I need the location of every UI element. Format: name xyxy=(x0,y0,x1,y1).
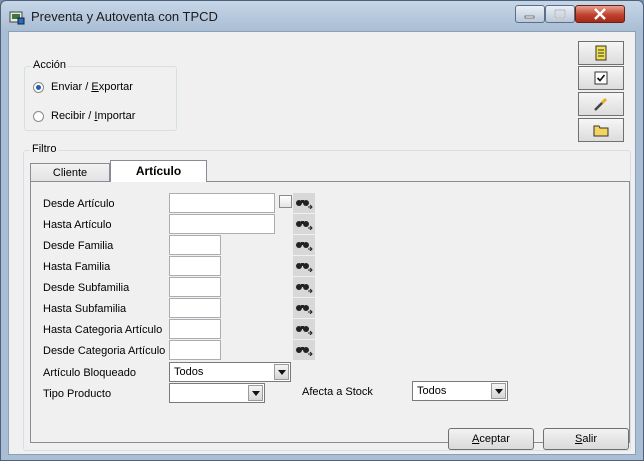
hasta-subfamilia-search-button[interactable] xyxy=(293,298,315,318)
radio-enviar-exportar[interactable]: Enviar / Exportar xyxy=(33,81,133,93)
articulo-bloqueado-dropdown-button[interactable] xyxy=(274,364,289,380)
afecta-stock-value: Todos xyxy=(417,385,447,397)
binoculars-icon xyxy=(296,221,313,230)
binoculars-icon xyxy=(296,242,313,251)
desde-subfamilia-label: Desde Subfamilia xyxy=(43,282,130,294)
radio-enviar-indicator[interactable] xyxy=(33,81,44,93)
hasta-categoria-search-button[interactable] xyxy=(293,319,315,339)
radio-recibir-importar[interactable]: Recibir / Importar xyxy=(33,110,135,122)
desde-categoria-search-button[interactable] xyxy=(293,340,315,360)
afecta-stock-select[interactable]: Todos xyxy=(412,381,508,401)
wrench-icon xyxy=(594,97,608,111)
window-title: Preventa y Autoventa con TPCD xyxy=(31,9,218,24)
close-button[interactable] xyxy=(575,5,625,23)
window: Preventa y Autoventa con TPCD Acción Env… xyxy=(0,0,644,461)
chevron-down-icon xyxy=(277,369,286,375)
chevron-down-icon xyxy=(494,388,503,394)
articulo-bloqueado-select[interactable]: Todos xyxy=(169,362,291,382)
tools-button[interactable] xyxy=(578,92,624,116)
radio-enviar-label: Enviar / Exportar xyxy=(51,81,133,93)
close-icon xyxy=(594,8,606,20)
hasta-familia-input[interactable] xyxy=(169,256,221,276)
hasta-categoria-input[interactable] xyxy=(169,319,221,339)
desde-articulo-search-button[interactable] xyxy=(293,193,315,213)
dialog-body: Acción Enviar / Exportar Recibir / Impor… xyxy=(8,31,636,455)
hasta-familia-search-button[interactable] xyxy=(293,256,315,276)
binoculars-icon xyxy=(296,200,313,209)
articulo-bloqueado-value: Todos xyxy=(174,366,204,378)
title-bar[interactable]: Preventa y Autoventa con TPCD xyxy=(1,1,643,31)
radio-recibir-indicator[interactable] xyxy=(33,110,44,122)
confirm-button[interactable] xyxy=(578,66,624,90)
desde-subfamilia-input[interactable] xyxy=(169,277,221,297)
binoculars-icon xyxy=(296,305,313,314)
radio-recibir-label: Recibir / Importar xyxy=(51,110,136,122)
app-icon xyxy=(9,11,25,25)
hasta-articulo-search-button[interactable] xyxy=(293,214,315,234)
desde-articulo-input[interactable] xyxy=(169,193,275,213)
open-folder-button[interactable] xyxy=(578,118,624,142)
desde-categoria-label: Desde Categoria Artículo xyxy=(43,345,166,357)
aceptar-button[interactable]: Aceptar xyxy=(448,428,534,450)
save-icon xyxy=(595,45,607,61)
maximize-button[interactable] xyxy=(545,5,575,23)
afecta-stock-dropdown-button[interactable] xyxy=(491,383,506,399)
checkbox-check-icon xyxy=(594,71,608,85)
hasta-articulo-input[interactable] xyxy=(169,214,275,234)
desde-categoria-input[interactable] xyxy=(169,340,221,360)
tipo-producto-label: Tipo Producto xyxy=(43,388,112,400)
tipo-producto-dropdown-button[interactable] xyxy=(248,385,263,401)
hasta-familia-label: Hasta Familia xyxy=(43,261,111,273)
accion-group-label: Acción xyxy=(31,59,69,71)
save-button[interactable] xyxy=(578,41,624,65)
desde-articulo-checkbox[interactable] xyxy=(279,195,292,208)
afecta-stock-label: Afecta a Stock xyxy=(302,386,373,398)
desde-familia-input[interactable] xyxy=(169,235,221,255)
hasta-subfamilia-label: Hasta Subfamilia xyxy=(43,303,127,315)
hasta-articulo-label: Hasta Artículo xyxy=(43,219,112,231)
binoculars-icon xyxy=(296,284,313,293)
desde-articulo-label: Desde Artículo xyxy=(43,198,115,210)
minimize-button[interactable] xyxy=(515,5,545,23)
binoculars-icon xyxy=(296,263,313,272)
filtro-group-label: Filtro xyxy=(30,143,59,155)
tab-cliente[interactable]: Cliente xyxy=(30,163,110,182)
binoculars-icon xyxy=(296,326,313,335)
tab-articulo[interactable]: Artículo xyxy=(110,160,207,182)
desde-familia-search-button[interactable] xyxy=(293,235,315,255)
accion-group: Acción Enviar / Exportar Recibir / Impor… xyxy=(24,59,177,131)
salir-button[interactable]: Salir xyxy=(543,428,629,450)
articulo-bloqueado-label: Artículo Bloqueado xyxy=(43,367,136,379)
chevron-down-icon xyxy=(251,390,260,396)
hasta-subfamilia-input[interactable] xyxy=(169,298,221,318)
folder-icon xyxy=(593,125,609,137)
desde-familia-label: Desde Familia xyxy=(43,240,114,252)
desde-subfamilia-search-button[interactable] xyxy=(293,277,315,297)
tipo-producto-select[interactable] xyxy=(169,383,265,403)
hasta-categoria-label: Hasta Categoria Artículo xyxy=(43,324,163,336)
articulo-tab-panel: Desde Artículo Hasta Artículo Desde Fami… xyxy=(30,181,630,443)
minimize-icon xyxy=(524,15,535,19)
maximize-icon xyxy=(554,9,566,19)
binoculars-icon xyxy=(296,347,313,356)
